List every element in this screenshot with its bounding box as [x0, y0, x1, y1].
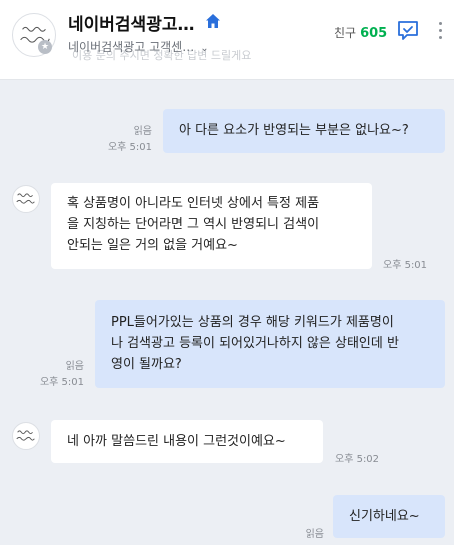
avatar-logo-image: [16, 430, 35, 441]
avatar-logo-image: [16, 193, 35, 204]
subtitle-label: 네이버검색광고 고객센…: [68, 40, 195, 54]
their-message-bubble[interactable]: 혹 상품명이 아니라도 인터넷 상에서 특정 제품 을 지칭하는 단어라면 그 …: [51, 183, 372, 269]
message-text: 아 다른 요소가 반영되는 부분은 없나요~?: [179, 123, 409, 138]
message-time: 오후 5:01: [39, 377, 84, 388]
message-time: 오후 5:01: [383, 260, 428, 271]
message-text: 혹 상품명이 아니라도 인터넷 상에서 특정 제품: [67, 196, 320, 211]
chat-header: ★ 네이버검색광고… 이용 문의 주시면 정확한 답변 드릴게요 네이버검색광고…: [0, 0, 454, 80]
star-icon: ★: [38, 40, 52, 54]
more-icon[interactable]: [434, 22, 446, 42]
my-message-bubble[interactable]: PPL들어가있는 상품의 경우 해당 키워드가 제품명이 나 검색광고 등록이 …: [95, 300, 445, 388]
message-text: 신기하네요~: [349, 509, 420, 524]
message-text: 을 지칭하는 단어라면 그 역시 반영되니 검색이: [67, 217, 320, 232]
message-text: 안되는 일은 거의 없을 거예요~: [67, 238, 238, 253]
their-message-bubble[interactable]: 네 아까 말씀드린 내용이 그런것이예요~: [51, 420, 323, 463]
chevron-down-icon[interactable]: ⌄: [200, 43, 208, 54]
friend-count-value: 605: [360, 26, 388, 41]
read-receipt: 읽음: [65, 361, 84, 372]
chat-title[interactable]: 네이버검색광고…: [68, 10, 194, 35]
read-receipt: 읽음: [133, 126, 152, 137]
message-time: 오후 5:01: [107, 142, 152, 153]
read-receipt: 읽음: [305, 529, 324, 540]
message-text: PPL들어가있는 상품의 경우 해당 키워드가 제품명이: [111, 315, 394, 330]
chat-icon[interactable]: [396, 19, 420, 43]
friend-label: 친구: [334, 26, 357, 40]
sender-avatar[interactable]: [12, 185, 40, 213]
my-message-bubble[interactable]: 신기하네요~: [333, 495, 445, 538]
my-message-bubble[interactable]: 아 다른 요소가 반영되는 부분은 없나요~?: [163, 109, 445, 153]
home-icon[interactable]: [204, 12, 222, 30]
friend-count: 친구 605: [334, 24, 387, 41]
message-text: 영이 될까요?: [111, 357, 182, 372]
sender-avatar[interactable]: [12, 422, 40, 450]
message-time: 오후 5:02: [335, 454, 380, 465]
message-text: 네 아까 말씀드린 내용이 그런것이예요~: [67, 434, 286, 449]
chat-subtitle[interactable]: 네이버검색광고 고객센… ⌄: [68, 38, 209, 55]
message-text: 나 검색광고 등록이 되어있거나하지 않은 상태인데 반: [111, 336, 399, 351]
